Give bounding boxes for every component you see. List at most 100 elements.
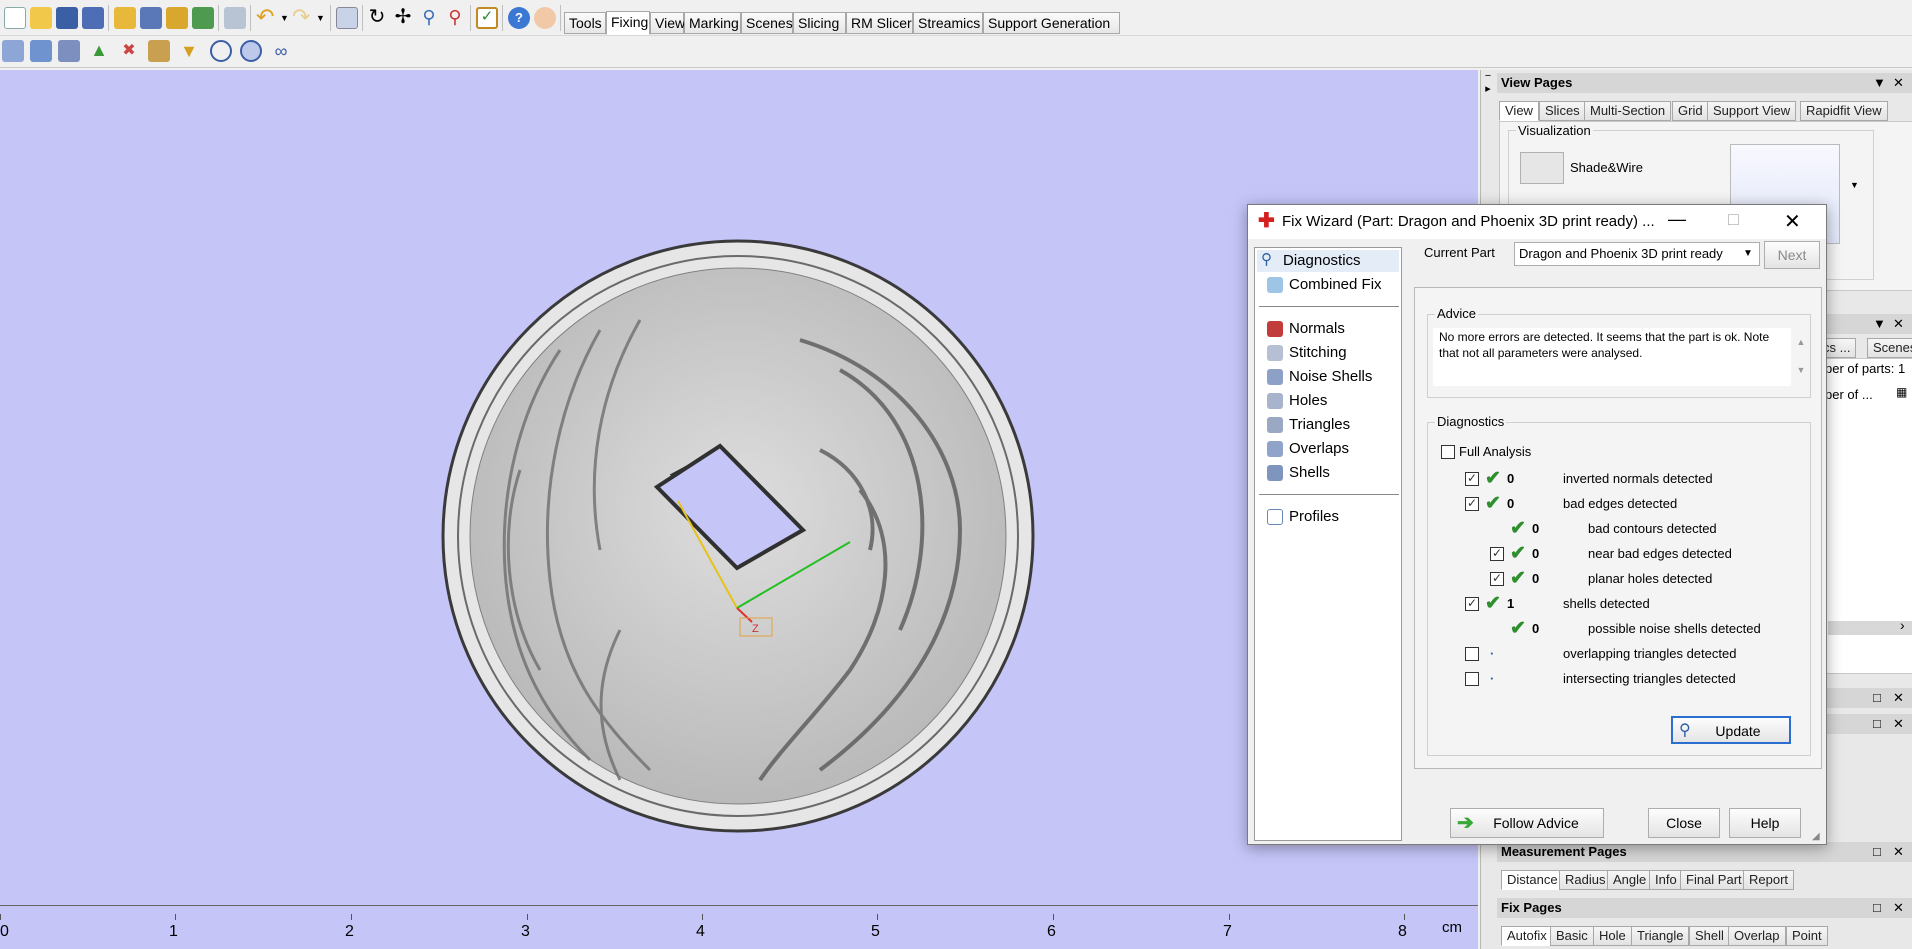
row-checkbox[interactable]: ✓ xyxy=(1465,597,1479,611)
collapsed-panel-restore-icon[interactable]: □ xyxy=(1873,688,1881,708)
triangles-icon[interactable] xyxy=(58,40,80,62)
tab-support-view[interactable]: Support View xyxy=(1707,101,1797,121)
save-as-icon[interactable] xyxy=(82,7,104,29)
row-checkbox[interactable]: ✓ xyxy=(1490,547,1504,561)
nav-stitching[interactable]: Stitching xyxy=(1263,342,1347,364)
update-button[interactable]: ⚲ Update xyxy=(1671,716,1791,744)
tab-rm-slicer[interactable]: RM Slicer xyxy=(846,12,913,34)
redo-icon[interactable]: ↷ xyxy=(292,6,314,29)
tab-report[interactable]: Report xyxy=(1743,870,1795,890)
view-pages-close-icon[interactable]: ✕ xyxy=(1893,73,1904,93)
redo-dropdown-icon[interactable]: ▼ xyxy=(316,13,325,23)
row-checkbox[interactable]: ✓ xyxy=(1490,572,1504,586)
new-file-icon[interactable] xyxy=(4,7,26,29)
row-checkbox[interactable] xyxy=(1465,647,1479,661)
collapsed-panel-close-icon[interactable]: ✕ xyxy=(1893,688,1904,708)
nav-overlaps[interactable]: Overlaps xyxy=(1263,438,1349,460)
nav-noise-shells[interactable]: Noise Shells xyxy=(1263,366,1372,388)
filter-icon[interactable]: ▼ xyxy=(178,40,200,62)
nav-holes[interactable]: Holes xyxy=(1263,390,1327,412)
tab-scenes[interactable]: Scenes xyxy=(741,12,793,34)
nav-normals[interactable]: Normals xyxy=(1263,318,1345,340)
add-part-icon[interactable] xyxy=(2,40,24,62)
measurement-close-icon[interactable]: ✕ xyxy=(1893,842,1904,862)
tab-basic[interactable]: Basic xyxy=(1550,926,1594,946)
zoom-icon[interactable]: ⚲ xyxy=(418,7,440,29)
tab-shell[interactable]: Shell xyxy=(1689,926,1730,946)
tab-streamics[interactable]: Streamics xyxy=(913,12,983,34)
fix-pages-close-icon[interactable]: ✕ xyxy=(1893,898,1904,918)
row-checkbox[interactable]: ✓ xyxy=(1465,472,1479,486)
tab-multi-section[interactable]: Multi-Section xyxy=(1584,101,1672,121)
tab-radius[interactable]: Radius xyxy=(1559,870,1612,890)
pan-icon[interactable]: ✢ xyxy=(392,7,414,29)
help-icon[interactable]: ? xyxy=(508,7,530,29)
nav-combined-fix[interactable]: Combined Fix xyxy=(1263,274,1382,296)
zoom-window-icon[interactable]: ⚲ xyxy=(444,7,466,29)
tab-hole[interactable]: Hole xyxy=(1593,926,1632,946)
open-folder-icon[interactable] xyxy=(30,7,52,29)
tab-grid[interactable]: Grid xyxy=(1672,101,1709,121)
undo-icon[interactable]: ↶ xyxy=(256,6,278,29)
advice-scrollbar[interactable]: ▲ ▼ xyxy=(1793,328,1809,386)
select-part-icon[interactable] xyxy=(336,7,358,29)
undo-dropdown-icon[interactable]: ▼ xyxy=(280,13,289,23)
view-preview-scroll-arrow[interactable]: ▼ xyxy=(1850,180,1859,190)
close-button[interactable]: Close xyxy=(1648,808,1720,838)
parts-panel-close-icon[interactable]: ✕ xyxy=(1893,314,1904,334)
next-button[interactable]: Next xyxy=(1764,241,1820,269)
shell-icon[interactable] xyxy=(30,40,52,62)
row-checkbox[interactable] xyxy=(1465,672,1479,686)
measurement-restore-icon[interactable]: □ xyxy=(1873,842,1881,862)
fix-pages-restore-icon[interactable]: □ xyxy=(1873,898,1881,918)
full-analysis-box[interactable] xyxy=(1441,445,1455,459)
parts-scroll-right-icon[interactable]: › xyxy=(1900,617,1905,633)
nav-shells[interactable]: Shells xyxy=(1263,462,1330,484)
import-part-icon[interactable] xyxy=(114,7,136,29)
dock-pin-strip[interactable]: − ▸ xyxy=(1481,70,1495,110)
save-icon[interactable] xyxy=(56,7,78,29)
tab-point[interactable]: Point xyxy=(1786,926,1828,946)
tab-support-generation[interactable]: Support Generation xyxy=(983,12,1120,34)
link-icon[interactable]: ∞ xyxy=(270,40,292,62)
resize-grip-icon[interactable]: ◢ xyxy=(1812,831,1820,842)
maximize-icon[interactable]: □ xyxy=(1728,209,1739,230)
tab-autofix[interactable]: Autofix xyxy=(1501,926,1553,946)
shade-wire-button[interactable] xyxy=(1520,152,1564,184)
close-icon[interactable]: ✕ xyxy=(1784,209,1801,234)
sphere-grid-icon[interactable] xyxy=(240,40,262,62)
tab-marking[interactable]: Marking xyxy=(684,12,741,34)
rotate-icon[interactable]: ↻ xyxy=(366,7,388,29)
tab-view-pages-view[interactable]: View xyxy=(1499,101,1539,121)
tab-final-part[interactable]: Final Part xyxy=(1680,870,1748,890)
follow-advice-button[interactable]: ➔ Follow Advice xyxy=(1450,808,1604,838)
cut-icon[interactable]: ✖ xyxy=(118,40,140,62)
save-part-icon[interactable] xyxy=(140,7,162,29)
load-project-icon[interactable] xyxy=(166,7,188,29)
edit-icon[interactable] xyxy=(148,40,170,62)
tab-triangle[interactable]: Triangle xyxy=(1631,926,1690,946)
unload-part-icon[interactable] xyxy=(192,7,214,29)
dialog-titlebar[interactable]: ✚ Fix Wizard (Part: Dragon and Phoenix 3… xyxy=(1248,205,1826,239)
current-part-select[interactable]: Dragon and Phoenix 3D print ready ▼ xyxy=(1514,242,1760,266)
tab-slicing[interactable]: Slicing xyxy=(793,12,846,34)
tab-distance[interactable]: Distance xyxy=(1501,870,1564,890)
collapsed-panel-2-restore-icon[interactable]: □ xyxy=(1873,714,1881,734)
parts-column-icon[interactable]: ▦ xyxy=(1896,385,1907,399)
print-icon[interactable] xyxy=(224,7,246,29)
nav-diagnostics[interactable]: ⚲ Diagnostics xyxy=(1257,250,1399,272)
tab-scenes-panel[interactable]: Scenes xyxy=(1867,338,1912,358)
sphere-icon[interactable] xyxy=(210,40,232,62)
minimize-icon[interactable]: — xyxy=(1668,209,1686,230)
tab-view[interactable]: View xyxy=(650,12,685,34)
mark-icon[interactable]: ▲ xyxy=(88,40,110,62)
tab-tools[interactable]: Tools xyxy=(564,12,606,34)
tab-angle[interactable]: Angle xyxy=(1607,870,1653,890)
help-button[interactable]: Help xyxy=(1729,808,1801,838)
pin-icon[interactable]: ▼ xyxy=(1873,73,1886,93)
assistant-icon[interactable] xyxy=(534,7,556,29)
full-analysis-checkbox[interactable]: Full Analysis xyxy=(1441,442,1591,462)
row-checkbox[interactable]: ✓ xyxy=(1465,497,1479,511)
tab-slices[interactable]: Slices xyxy=(1539,101,1586,121)
nav-profiles[interactable]: Profiles xyxy=(1263,506,1339,528)
